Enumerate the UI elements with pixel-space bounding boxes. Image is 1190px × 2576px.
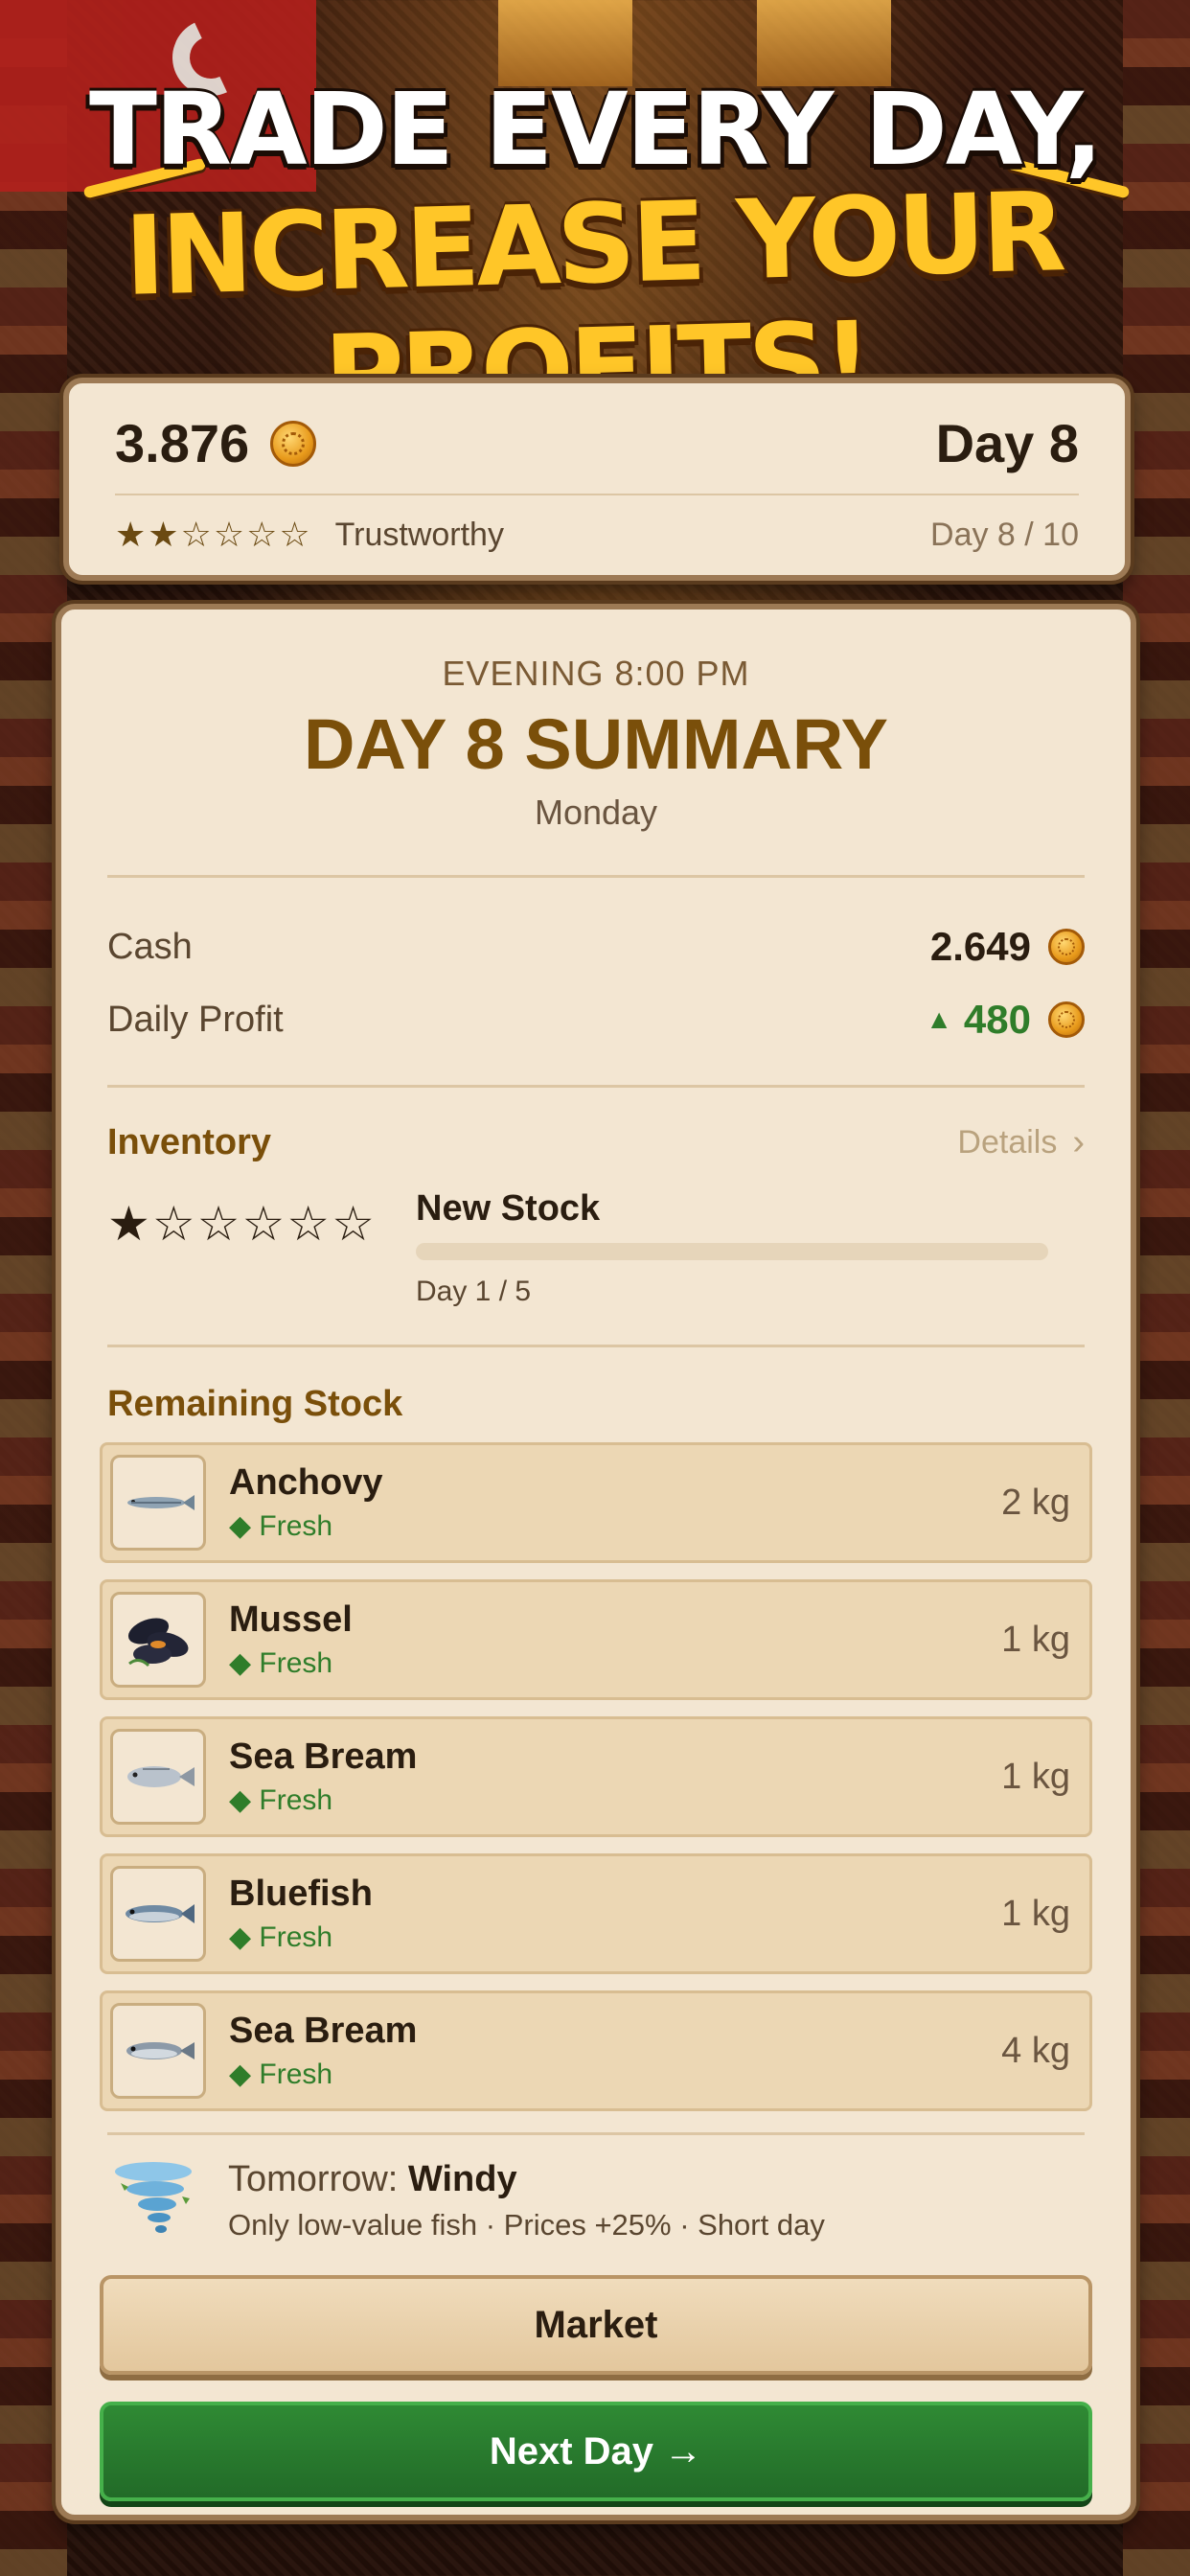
coin-icon bbox=[1048, 1001, 1085, 1038]
freshness-status: ◆ Fresh bbox=[229, 1510, 333, 1542]
freshness-status: ◆ Fresh bbox=[229, 1784, 333, 1816]
stock-item[interactable]: Bluefish ◆ Fresh 1 kg bbox=[100, 1853, 1092, 1974]
reputation-label: Trustworthy bbox=[334, 516, 504, 553]
profit-row: Daily Profit ▲ 480 bbox=[100, 983, 1092, 1056]
cash-row: Cash 2.649 bbox=[100, 910, 1092, 983]
stock-item[interactable]: Anchovy ◆ Fresh 2 kg bbox=[100, 1442, 1092, 1563]
up-arrow-icon: ▲ bbox=[926, 1004, 952, 1034]
weekday-label: Monday bbox=[534, 793, 658, 832]
divider bbox=[107, 1345, 1085, 1347]
stock-progress-bar bbox=[416, 1243, 1048, 1260]
stock-item[interactable]: Sea Bream ◆ Fresh 1 kg bbox=[100, 1716, 1092, 1837]
weather-title: Tomorrow: Windy bbox=[228, 2159, 825, 2200]
stock-list: Anchovy ◆ Fresh 2 kg Mussel ◆ Fresh 1 kg… bbox=[100, 1442, 1092, 2111]
coin-icon bbox=[1048, 929, 1085, 965]
profit-value-wrap: ▲ 480 bbox=[926, 997, 1085, 1043]
item-quantity: 1 kg bbox=[1001, 1619, 1070, 1660]
sea-bream-icon bbox=[110, 2003, 206, 2099]
time-label: EVENING 8:00 PM bbox=[442, 654, 750, 693]
divider bbox=[107, 1085, 1085, 1088]
chevron-right-icon: › bbox=[1072, 1122, 1085, 1162]
divider bbox=[115, 494, 1079, 495]
details-link[interactable]: Details › bbox=[957, 1122, 1085, 1163]
freshness-status: ◆ Fresh bbox=[229, 1921, 333, 1953]
item-quantity: 2 kg bbox=[1001, 1482, 1070, 1523]
new-stock-label: New Stock bbox=[416, 1188, 601, 1229]
weather-prefix: Tomorrow: bbox=[228, 2158, 399, 2199]
headline-line-1: TRADE EVERY DAY, bbox=[88, 71, 1103, 188]
remaining-stock-title: Remaining Stock bbox=[107, 1384, 403, 1424]
profit-value: 480 bbox=[963, 997, 1031, 1042]
money-value: 3.876 bbox=[115, 413, 250, 473]
inventory-title: Inventory bbox=[107, 1122, 272, 1162]
stock-item[interactable]: Sea Bream ◆ Fresh 4 kg bbox=[100, 1990, 1092, 2111]
coin-icon bbox=[270, 420, 317, 467]
divider bbox=[107, 875, 1085, 878]
sea-bream-icon bbox=[110, 1729, 206, 1825]
weather-condition: Windy bbox=[407, 2158, 517, 2199]
inventory-stars: ★☆☆☆☆☆ bbox=[107, 1197, 377, 1251]
item-name: Sea Bream bbox=[229, 1736, 418, 1777]
reputation-stars: ★★☆☆☆☆ bbox=[115, 515, 312, 554]
summary-title: DAY 8 SUMMARY bbox=[304, 704, 888, 784]
bluefish-icon bbox=[110, 1866, 206, 1962]
item-name: Anchovy bbox=[229, 1462, 383, 1503]
cash-value: 2.649 bbox=[929, 924, 1031, 969]
anchovy-icon bbox=[110, 1455, 206, 1551]
item-quantity: 1 kg bbox=[1001, 1893, 1070, 1934]
item-quantity: 1 kg bbox=[1001, 1756, 1070, 1797]
weather-forecast: Tomorrow: Windy Only low-value fish · Pr… bbox=[100, 2154, 1092, 2246]
current-day: Day 8 bbox=[935, 413, 1079, 473]
mussel-icon bbox=[110, 1592, 206, 1688]
cash-value-wrap: 2.649 bbox=[930, 924, 1085, 970]
stock-item[interactable]: Mussel ◆ Fresh 1 kg bbox=[100, 1579, 1092, 1700]
summary-panel: EVENING 8:00 PM DAY 8 SUMMARY Monday Cas… bbox=[56, 604, 1136, 2520]
day-progress: Day 8 / 10 bbox=[930, 516, 1079, 553]
cash-label: Cash bbox=[107, 926, 193, 967]
item-name: Mussel bbox=[229, 1599, 353, 1640]
status-panel: 3.876 Day 8 ★★☆☆☆☆ Trustworthy Day 8 / 1… bbox=[63, 378, 1131, 581]
divider bbox=[107, 2132, 1085, 2135]
market-button[interactable]: Market bbox=[100, 2275, 1092, 2375]
item-quantity: 4 kg bbox=[1001, 2030, 1070, 2071]
item-name: Sea Bream bbox=[229, 2011, 418, 2051]
weather-effects: Only low-value fish · Prices +25% · Shor… bbox=[228, 2207, 825, 2242]
details-label: Details bbox=[957, 1124, 1058, 1161]
item-name: Bluefish bbox=[229, 1874, 373, 1914]
next-day-button[interactable]: Next Day → bbox=[100, 2402, 1092, 2501]
tornado-icon bbox=[107, 2154, 199, 2246]
money-display: 3.876 bbox=[115, 412, 317, 474]
freshness-status: ◆ Fresh bbox=[229, 1647, 333, 1679]
profit-label: Daily Profit bbox=[107, 999, 284, 1040]
stock-day-count: Day 1 / 5 bbox=[416, 1276, 532, 1307]
freshness-status: ◆ Fresh bbox=[229, 2058, 333, 2090]
